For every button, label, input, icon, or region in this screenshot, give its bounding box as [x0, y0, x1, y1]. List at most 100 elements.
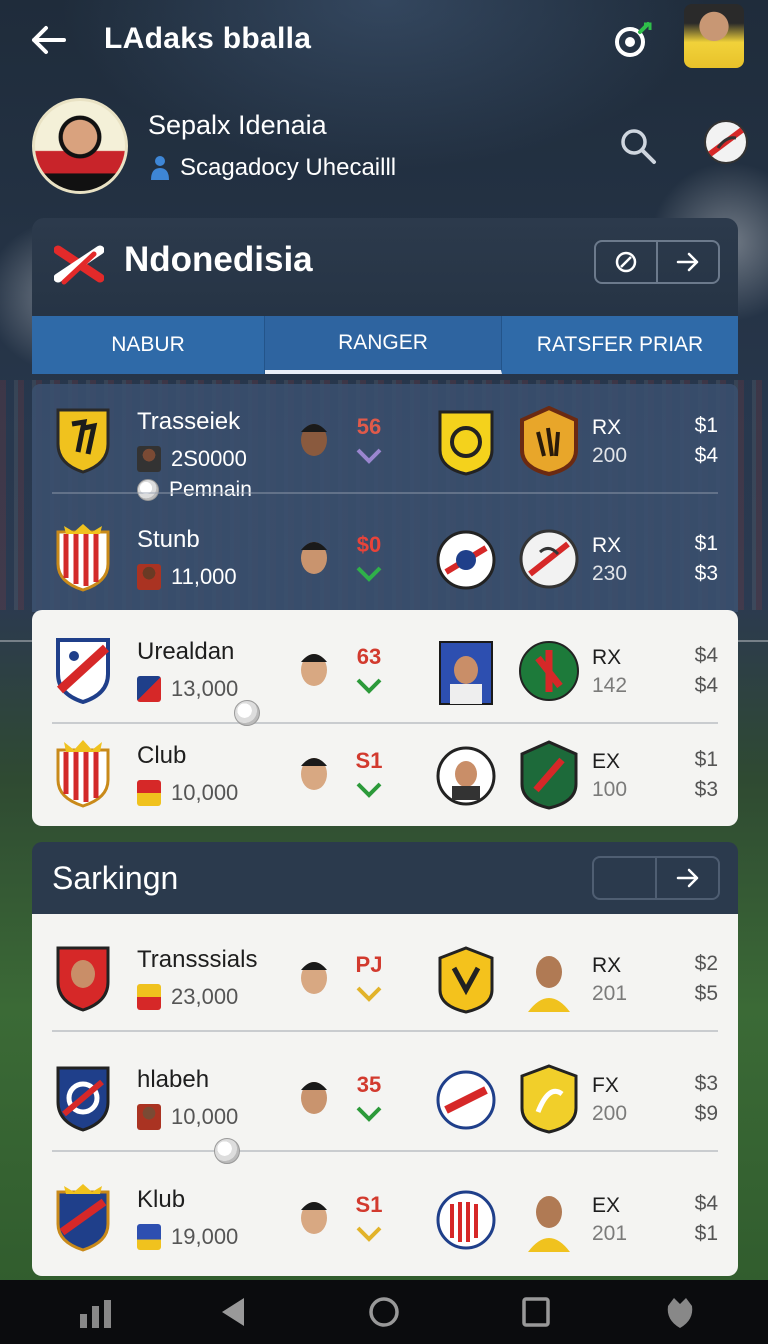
club-mini-icon — [137, 676, 161, 702]
forward-button[interactable] — [656, 242, 718, 282]
player-face-icon — [528, 1196, 570, 1252]
flag-circle-icon[interactable] — [702, 118, 750, 166]
club-crest-icon — [56, 740, 110, 808]
rank-delta: PJ — [355, 952, 383, 977]
list-item[interactable]: hlabeh 10,000 35 FX 200 $3 $9 — [32, 1042, 738, 1152]
section-header: Ndonedisia — [32, 218, 738, 316]
price-secondary: $5 — [694, 982, 718, 1005]
player-face-icon — [301, 542, 327, 574]
price-secondary: $4 — [694, 444, 718, 467]
code-label: RX — [592, 646, 622, 669]
rank-delta: 63 — [356, 644, 382, 669]
chevron-down-icon — [356, 1226, 382, 1242]
rank-delta: 56 — [356, 414, 382, 439]
fee-value: 19,000 — [171, 1224, 239, 1249]
code-value: 201 — [592, 1222, 628, 1245]
code-value: 201 — [592, 982, 628, 1005]
code-label: EX — [592, 750, 621, 773]
price-secondary: $9 — [694, 1102, 718, 1125]
player-mini-icon — [137, 1104, 161, 1130]
club-crest-icon — [56, 1066, 110, 1132]
fee-value: 10,000 — [171, 780, 239, 805]
transfer-list-light: Urealdan 13,000 63 RX 142 $4 $4 Club 10,… — [32, 610, 738, 826]
list-item[interactable]: Club 10,000 S1 EX 100 $1 $3 — [32, 718, 738, 828]
club-name: Klub — [137, 1186, 186, 1213]
club-crest-icon — [56, 408, 110, 474]
player-face-icon — [528, 956, 570, 1012]
home-circle-icon[interactable] — [364, 1294, 404, 1330]
list-item[interactable]: Klub 19,000 S1 EX 201 $4 $1 — [32, 1162, 738, 1272]
football-icon — [137, 479, 159, 501]
price-secondary: $3 — [694, 562, 718, 585]
search-icon[interactable] — [618, 126, 658, 166]
club-name: Transssials — [137, 946, 258, 973]
price-primary: $4 — [694, 644, 718, 667]
club-crest-icon — [56, 638, 110, 704]
app-icon[interactable] — [660, 1294, 700, 1330]
row-extra: Pemnain — [137, 478, 252, 502]
price-primary: $2 — [694, 952, 718, 975]
club-crest-icon — [56, 1184, 110, 1252]
profile-subtitle: Scagadocy Uhecailll — [148, 154, 396, 182]
fee-value: 23,000 — [171, 984, 239, 1009]
ranking-list: Transssials 23,000 PJ RX 201 $2 $5 hlabe… — [32, 914, 738, 1276]
player-face-icon — [301, 962, 327, 994]
code-value: 200 — [592, 1102, 628, 1125]
arrow-right-icon — [676, 868, 698, 888]
profile-avatar[interactable] — [32, 98, 128, 194]
recents-square-icon[interactable] — [516, 1294, 556, 1330]
app-title: LAdaks bballa — [104, 22, 312, 55]
player-face-icon — [301, 424, 327, 456]
price-primary: $1 — [694, 532, 718, 555]
player-card-icon — [439, 641, 493, 705]
user-avatar[interactable] — [684, 4, 744, 68]
price-primary: $3 — [694, 1072, 718, 1095]
club-badge-icon — [436, 1190, 496, 1250]
tab-ranger[interactable]: RANGER — [265, 316, 502, 374]
player-face-icon — [301, 654, 327, 686]
back-arrow-icon[interactable] — [28, 22, 68, 58]
club-mini-icon — [137, 780, 161, 806]
code-label: RX — [592, 534, 622, 557]
system-nav-bar — [0, 1280, 768, 1344]
club-badge-icon — [438, 410, 494, 476]
tab-nabur[interactable]: NABUR — [32, 316, 265, 374]
price-primary: $4 — [694, 1192, 718, 1215]
arrow-right-icon — [676, 252, 699, 272]
club-badge-icon — [436, 1070, 496, 1130]
forward-button[interactable] — [655, 858, 718, 898]
player-mini-icon — [137, 446, 161, 472]
transfer-fee: 19,000 — [137, 1224, 238, 1250]
code-label: EX — [592, 1194, 621, 1217]
chevron-down-icon — [356, 782, 382, 798]
cancel-button[interactable] — [596, 242, 656, 282]
club-badge-icon — [520, 1064, 578, 1134]
club-badge-icon — [519, 529, 579, 589]
back-triangle-icon[interactable] — [214, 1294, 254, 1330]
club-badge-icon — [436, 530, 496, 590]
transfer-fee: 2S0000 — [137, 446, 247, 472]
club-crest-icon — [56, 946, 110, 1012]
club-name: hlabeh — [137, 1066, 210, 1093]
club-badge-icon — [520, 740, 578, 810]
club-badge-icon — [520, 406, 578, 476]
fee-value: 2S0000 — [171, 446, 247, 471]
list-item[interactable]: Trasseiek 2S0000 Pemnain 56 RX 200 $1 $4 — [32, 384, 738, 501]
section-action-group — [592, 856, 720, 900]
section-action-group — [594, 240, 720, 284]
person-icon — [151, 156, 169, 180]
chevron-down-icon — [356, 1106, 382, 1122]
fee-value: 10,000 — [171, 1104, 239, 1129]
section-title: Ndonedisia — [124, 240, 313, 279]
section-title: Sarkingn — [52, 860, 179, 896]
stats-icon[interactable] — [76, 1294, 116, 1330]
price-secondary: $3 — [694, 778, 718, 801]
list-item[interactable]: Transssials 23,000 PJ RX 201 $2 $5 — [32, 922, 738, 1032]
target-icon[interactable] — [610, 18, 654, 62]
rank-delta: 35 — [356, 1072, 382, 1097]
list-item[interactable]: Urealdan 13,000 63 RX 142 $4 $4 — [32, 614, 738, 724]
chevron-down-icon — [356, 448, 382, 464]
tab-ratsfer-priar[interactable]: RATSFER PRIAR — [502, 316, 738, 374]
club-name: Urealdan — [137, 638, 235, 665]
list-item[interactable]: Stunb 11,000 $0 RX 230 $1 $3 — [32, 502, 738, 612]
